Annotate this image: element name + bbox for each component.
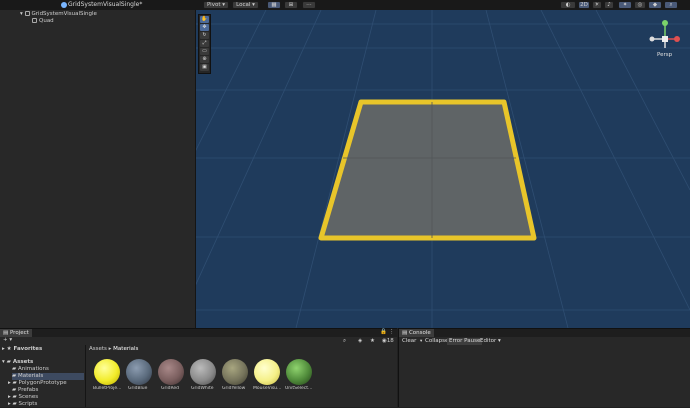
- star-icon[interactable]: ★: [370, 338, 375, 345]
- audio-toggle-icon[interactable]: ♪: [604, 1, 614, 9]
- folder-item[interactable]: ▸ ▰ Scripts: [8, 401, 37, 408]
- project-panel: ▤ Project + ▾ 🔒 ⋮ ▸ ★ Favorites ▾ ▰ Asse…: [0, 328, 397, 407]
- local-label: Local: [236, 2, 251, 8]
- material-label: GridRed: [161, 386, 179, 391]
- hidden-objects-icon[interactable]: ◎: [634, 1, 646, 9]
- tab-console-label: Console: [408, 330, 431, 336]
- gizmo-toggle[interactable]: ◆: [648, 1, 662, 9]
- material-thumbnail[interactable]: [190, 359, 216, 385]
- search-icon[interactable]: ⌕: [343, 338, 346, 345]
- console-panel: ▤ Console Clear ▾ Collapse Error Pause E…: [398, 328, 690, 407]
- expand-arrow-icon[interactable]: ▾: [20, 11, 23, 17]
- scene-title: GridSystemVisualSingle*: [68, 1, 143, 8]
- folder-item[interactable]: ▸ ▰ Scenes: [8, 394, 38, 401]
- folder-label: Scripts: [18, 401, 38, 407]
- search-scene-button[interactable]: ⌕: [664, 1, 678, 9]
- snap-increment-button[interactable]: ⊞: [284, 1, 298, 9]
- hand-tool-icon[interactable]: ✋: [200, 16, 209, 23]
- material-label: GridWhite: [191, 386, 214, 391]
- scene-view[interactable]: [196, 10, 690, 328]
- tab-project[interactable]: ▤ Project: [0, 329, 32, 337]
- 2d-toggle[interactable]: 2D: [578, 1, 590, 9]
- panel-divider: [85, 345, 86, 407]
- project-tabbar: [0, 329, 397, 337]
- material-thumbnail[interactable]: [286, 359, 312, 385]
- draw-mode-button[interactable]: ◐: [560, 1, 576, 9]
- tab-project-label: Project: [9, 330, 29, 336]
- favorites-label: Favorites: [13, 346, 43, 352]
- filter-icon[interactable]: ◈: [358, 338, 362, 345]
- hierarchy-item-label: GridSystemVisualSingle: [31, 11, 97, 17]
- folder-label: Materials: [17, 373, 44, 379]
- material-label: UnitSelect...: [285, 386, 313, 391]
- pivot-dropdown[interactable]: Pivot ▾: [203, 1, 229, 9]
- scene-grid: [196, 10, 690, 328]
- lock-icon[interactable]: 🔒: [380, 329, 387, 336]
- material-thumbnail[interactable]: [254, 359, 280, 385]
- breadcrumb-item[interactable]: Materials: [113, 346, 138, 352]
- material-label: MouseVisu...: [253, 386, 282, 391]
- scale-tool-icon[interactable]: ⤢: [200, 40, 209, 47]
- hierarchy-item[interactable]: Quad: [0, 18, 195, 25]
- move-tool-icon[interactable]: ✥: [200, 24, 209, 31]
- hierarchy-header: GridSystemVisualSingle*: [0, 0, 195, 10]
- folder-label: PolygonPrototype: [18, 380, 67, 386]
- folder-item-selected[interactable]: ▰ Materials: [12, 373, 84, 380]
- assets-root-item[interactable]: ▾ ▰ Assets: [2, 359, 33, 366]
- folder-item[interactable]: ▰ Prefabs: [12, 387, 38, 394]
- lighting-toggle-icon[interactable]: ☀: [592, 1, 602, 9]
- hierarchy-panel: ▾ GridSystemVisualSingle Quad: [0, 10, 196, 328]
- tool-palette: ✋ ✥ ↻ ⤢ ▭ ⊕ ▣: [198, 14, 211, 74]
- gameobject-icon: [24, 11, 30, 16]
- breadcrumb-item[interactable]: Assets: [89, 346, 107, 352]
- material-label: BulletProje...: [93, 386, 122, 391]
- rotate-tool-icon[interactable]: ↻: [200, 32, 209, 39]
- editor-dropdown[interactable]: Editor ▾: [478, 338, 503, 345]
- material-thumbnail[interactable]: [222, 359, 248, 385]
- breadcrumb: Assets ▸ Materials: [89, 346, 139, 352]
- hierarchy-item[interactable]: ▾ GridSystemVisualSingle: [0, 11, 195, 18]
- pivot-label: Pivot: [206, 2, 221, 8]
- material-thumbnail[interactable]: [94, 359, 120, 385]
- rect-tool-icon[interactable]: ▭: [200, 48, 209, 55]
- material-thumbnail[interactable]: [158, 359, 184, 385]
- folder-label: Prefabs: [17, 387, 39, 393]
- editor-label: Editor: [480, 338, 497, 344]
- unity-scene-icon: [61, 2, 67, 8]
- folder-label: Scenes: [18, 394, 39, 400]
- assets-root-label: Assets: [12, 359, 34, 365]
- material-label: GridYellow: [222, 386, 246, 391]
- cube-icon: [32, 18, 37, 23]
- quad-plane[interactable]: [318, 99, 537, 241]
- folder-item[interactable]: ▰ Animations: [12, 366, 49, 373]
- menu-icon[interactable]: ⋮: [389, 329, 395, 336]
- local-dropdown[interactable]: Local ▾: [232, 1, 259, 9]
- custom-tool-icon[interactable]: ▣: [200, 64, 209, 71]
- favorites-item[interactable]: ▸ ★ Favorites: [2, 346, 42, 353]
- material-thumbnail[interactable]: [126, 359, 152, 385]
- asset-count: ◉18: [382, 338, 394, 344]
- effects-toggle[interactable]: ✦: [618, 1, 632, 9]
- tab-console[interactable]: ▤ Console: [399, 329, 434, 337]
- hierarchy-item-label: Quad: [39, 18, 54, 24]
- asset-count-value: 18: [386, 338, 394, 344]
- add-button[interactable]: + ▾: [3, 337, 12, 344]
- projection-label[interactable]: Persp: [657, 52, 672, 58]
- console-tabbar: [399, 329, 690, 337]
- material-label: GridBlue: [128, 386, 148, 391]
- folder-label: Animations: [17, 366, 49, 372]
- snap-settings-button[interactable]: ⋯: [302, 1, 316, 9]
- grid-snap-button[interactable]: ▦: [267, 1, 281, 9]
- transform-tool-icon[interactable]: ⊕: [200, 56, 209, 63]
- clear-button[interactable]: Clear: [400, 338, 418, 345]
- folder-item[interactable]: ▸ ▰ PolygonPrototype: [8, 380, 67, 387]
